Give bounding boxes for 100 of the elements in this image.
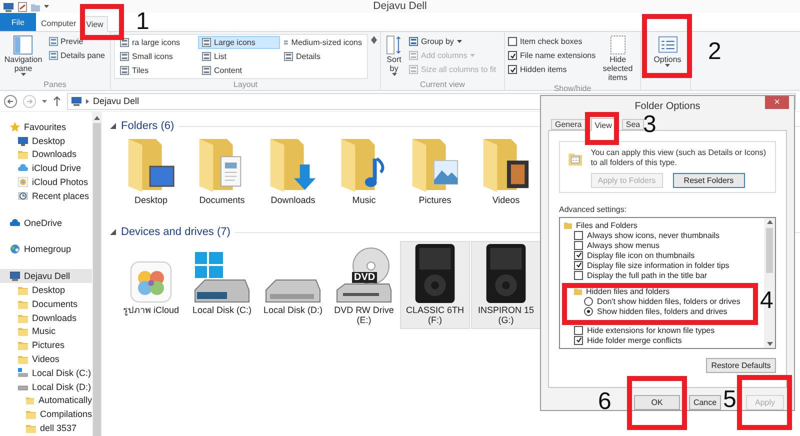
layout-option[interactable]: Medium-sized icons xyxy=(280,36,366,49)
folder-tile[interactable]: Music xyxy=(329,135,399,219)
navigation-pane-button[interactable]: Navigation pane xyxy=(3,34,44,77)
nav-item[interactable]: Music xyxy=(0,324,92,338)
checkbox[interactable] xyxy=(574,240,583,250)
drive-tile[interactable]: CLASSIC 6TH (F:) xyxy=(400,241,470,329)
dialog-button[interactable]: Reset Folders xyxy=(672,173,745,188)
scroll-up-icon[interactable] xyxy=(766,220,772,224)
layout-option[interactable]: Content xyxy=(198,64,280,77)
layout-option[interactable]: List xyxy=(198,50,280,63)
checkbox-option[interactable]: Display the full path in the title bar xyxy=(574,270,708,280)
folder-icon xyxy=(26,409,36,420)
checkbox-option[interactable]: Always show menus xyxy=(574,240,660,250)
nav-item[interactable]: Downloads xyxy=(0,310,92,325)
drive-tile[interactable]: รูปภาพ iCloud xyxy=(116,241,186,329)
dialog-button[interactable]: Cance xyxy=(689,395,721,410)
description-text: You can apply this view (such as Details or Icons) to all folders of this type. xyxy=(590,148,767,168)
checkbox-option[interactable]: Hide extensions for known file types xyxy=(574,326,715,334)
pane-button[interactable]: Details pane xyxy=(46,49,107,62)
nav-item[interactable]: OneDrive xyxy=(0,216,92,230)
folder-icon xyxy=(18,149,28,160)
folder-tile[interactable]: Desktop xyxy=(116,135,186,219)
layout-option[interactable]: Details xyxy=(280,50,366,63)
scrollbar-thumb[interactable] xyxy=(766,228,773,273)
dialog-button[interactable]: OK xyxy=(634,395,680,410)
nav-item[interactable]: Local Disk (C:) xyxy=(0,366,92,380)
checkbox[interactable] xyxy=(508,51,517,60)
nav-item[interactable]: Local Disk (D:) xyxy=(0,380,92,394)
computer-icon[interactable] xyxy=(3,2,14,12)
checkbox-option[interactable]: Display file size information in folder tips xyxy=(574,260,730,270)
nav-item[interactable]: iCloud Photos xyxy=(0,175,92,189)
nav-item[interactable]: iCloud Drive xyxy=(0,161,92,176)
sort-button[interactable]: Sort by xyxy=(384,34,404,77)
view-command[interactable]: Group by xyxy=(407,35,498,48)
options-button[interactable]: Options xyxy=(651,34,684,68)
scroll-down-icon[interactable] xyxy=(766,342,772,346)
checkbox[interactable] xyxy=(574,230,583,240)
drive-tile[interactable]: INSPIRON 15 (G:) xyxy=(471,241,541,329)
folder-tile[interactable]: Pictures xyxy=(400,135,470,219)
nav-item[interactable]: Automatically xyxy=(0,394,92,408)
caret-icon xyxy=(44,5,49,8)
checkbox-option[interactable]: Hide folder merge conflicts xyxy=(574,336,682,344)
checkbox[interactable] xyxy=(574,336,583,344)
layout-option[interactable]: Tiles xyxy=(116,64,198,77)
drive-tile[interactable]: Local Disk (D:) xyxy=(258,241,328,329)
ribbon-tab[interactable]: File xyxy=(0,13,36,31)
scroll-down-icon[interactable] xyxy=(371,40,377,44)
layout-option[interactable]: ra large icons xyxy=(116,36,198,49)
nav-item[interactable]: dell 3537 xyxy=(0,421,92,435)
checkbox[interactable] xyxy=(574,270,583,280)
checkbox-option[interactable]: Item check boxes xyxy=(508,35,596,48)
nav-item[interactable]: Desktop xyxy=(0,283,92,297)
nav-item[interactable]: Pictures xyxy=(0,338,92,352)
nav-item[interactable]: Documents xyxy=(0,296,92,311)
folder-tile[interactable]: Downloads xyxy=(258,135,328,219)
scroll-up-icon[interactable] xyxy=(94,116,100,120)
folder-tile[interactable]: Documents xyxy=(187,135,257,219)
close-button[interactable]: × xyxy=(765,96,789,109)
drive-tile[interactable]: Local Disk (C:) xyxy=(187,241,257,329)
checkbox-option[interactable]: Hidden items xyxy=(508,63,596,76)
nav-item[interactable]: Compilations xyxy=(0,407,92,422)
checkbox[interactable] xyxy=(508,65,517,74)
checkbox[interactable] xyxy=(508,37,517,46)
dialog-tab[interactable]: View xyxy=(590,118,616,131)
dialog-tab[interactable]: Sea xyxy=(622,119,644,130)
scrollbar[interactable] xyxy=(92,112,102,436)
folder-tile[interactable]: Videos xyxy=(471,135,541,219)
nav-item[interactable]: Homegroup xyxy=(0,242,92,256)
pane-button[interactable]: Previe xyxy=(46,35,107,48)
radio-option[interactable]: Show hidden files, folders and drives xyxy=(584,306,728,316)
restore-defaults-button[interactable]: Restore Defaults xyxy=(706,358,776,373)
nav-item[interactable]: Downloads xyxy=(0,148,92,162)
collapse-icon[interactable] xyxy=(110,229,116,235)
nav-item[interactable]: Desktop xyxy=(0,134,92,148)
nav-item[interactable]: Videos xyxy=(0,352,92,366)
checkbox[interactable] xyxy=(574,326,583,334)
scroll-up-icon[interactable] xyxy=(371,36,377,40)
checkbox-option[interactable]: File name extensions xyxy=(508,49,596,62)
drive-tile[interactable]: DVD DVD RW Drive (E:) xyxy=(329,241,399,329)
nav-item[interactable]: Recent places xyxy=(0,188,92,203)
radio-button[interactable] xyxy=(584,296,593,306)
up-arrow-icon[interactable] xyxy=(53,96,61,106)
checkbox[interactable] xyxy=(574,250,583,260)
scrollbar-thumb[interactable] xyxy=(93,123,101,436)
step-number: 4 xyxy=(760,289,774,313)
nav-item[interactable]: Dejavu Dell xyxy=(0,269,92,284)
layout-option[interactable]: Small icons xyxy=(116,50,198,63)
hide-selected-button[interactable]: Hide selected items xyxy=(598,34,637,83)
layout-option[interactable]: Large icons xyxy=(198,36,280,49)
checkbox-option[interactable]: Display file icon on thumbnails xyxy=(574,250,695,260)
radio-option[interactable]: Don't show hidden files, folders or drives xyxy=(584,296,740,306)
dialog-tab[interactable]: Genera xyxy=(551,119,586,130)
nav-item[interactable]: Favourites xyxy=(0,120,92,134)
ribbon-tab[interactable]: Computer xyxy=(36,15,82,31)
collapse-icon[interactable] xyxy=(110,123,116,129)
checkbox[interactable] xyxy=(574,260,583,270)
checkbox-option[interactable]: Always show icons, never thumbnails xyxy=(574,230,720,240)
radio-button[interactable] xyxy=(584,306,593,316)
back-icon[interactable] xyxy=(4,94,17,108)
document-icon[interactable] xyxy=(18,2,27,12)
